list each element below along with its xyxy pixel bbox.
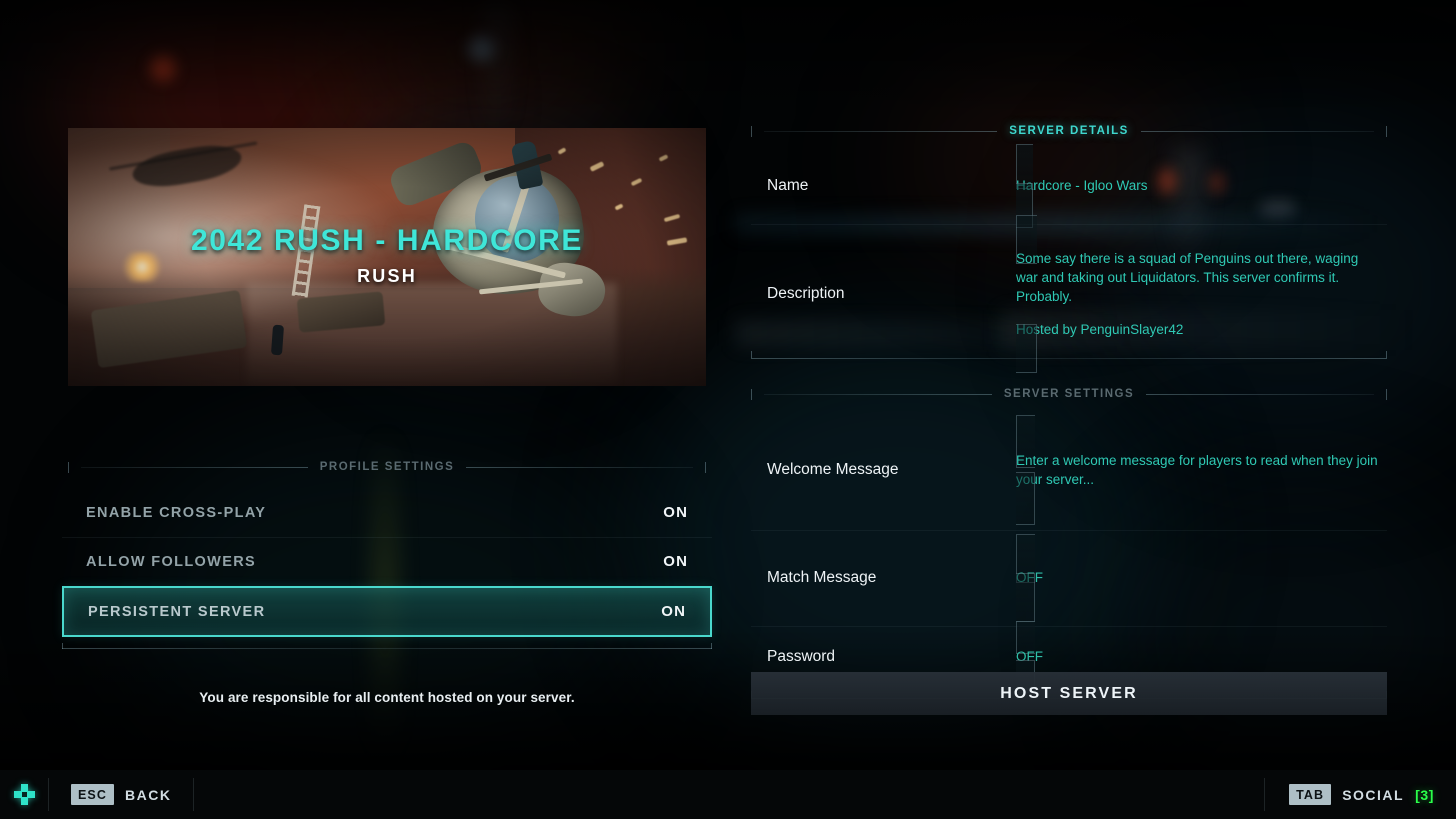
field-row-match-message[interactable]: Match Message OFF xyxy=(751,530,1387,626)
setting-row-enable-cross-play[interactable]: ENABLE CROSS-PLAY ON xyxy=(62,488,712,537)
divider xyxy=(193,778,195,811)
profile-settings-header: PROFILE SETTINGS xyxy=(68,458,707,476)
profile-settings-list: ENABLE CROSS-PLAY ON ALLOW FOLLOWERS ON … xyxy=(62,488,712,637)
setting-row-allow-followers[interactable]: ALLOW FOLLOWERS ON xyxy=(62,537,712,586)
description-label: Description xyxy=(767,285,845,302)
server-details-bottom-rule xyxy=(751,351,1387,359)
bottom-action-bar: ESC BACK TAB SOCIAL [3] xyxy=(0,770,1456,819)
banner-title: 2042 RUSH - HARDCORE xyxy=(190,224,584,257)
setting-value: ON xyxy=(663,504,688,521)
left-column: 2042 RUSH - HARDCORE RUSH xyxy=(68,128,706,386)
server-details-rows: Name Hardcore - Igloo Wars Description S… xyxy=(751,144,1387,374)
profile-settings-title: PROFILE SETTINGS xyxy=(319,461,455,473)
back-label: BACK xyxy=(125,786,172,803)
social-label: SOCIAL xyxy=(1342,786,1405,803)
setting-label: ALLOW FOLLOWERS xyxy=(86,553,257,570)
profile-panel-bottom-rule xyxy=(62,643,712,649)
password-label: Password xyxy=(767,648,836,665)
description-value: Some say there is a squad of Penguins ou… xyxy=(1016,250,1359,304)
description-input[interactable]: Some say there is a squad of Penguins ou… xyxy=(1016,214,1379,374)
host-server-screen: 2042 RUSH - HARDCORE RUSH PROFILE SETTIN… xyxy=(0,0,1456,819)
setting-value: ON xyxy=(661,603,686,620)
server-details-header: SERVER DETAILS xyxy=(751,122,1387,140)
social-count-badge: [3] xyxy=(1415,786,1434,803)
welcome-message-input[interactable]: Enter a welcome message for players to r… xyxy=(1016,414,1379,526)
name-value: Hardcore - Igloo Wars xyxy=(1016,178,1148,194)
server-details-title: SERVER DETAILS xyxy=(1009,125,1129,137)
content-disclaimer: You are responsible for all content host… xyxy=(199,690,575,705)
setting-label: PERSISTENT SERVER xyxy=(88,603,266,620)
setting-row-persistent-server[interactable]: PERSISTENT SERVER ON xyxy=(62,586,712,637)
server-settings-title: SERVER SETTINGS xyxy=(1003,388,1135,400)
server-banner: 2042 RUSH - HARDCORE RUSH xyxy=(68,128,706,386)
host-server-button[interactable]: HOST SERVER xyxy=(751,672,1387,715)
back-binding[interactable]: ESC BACK xyxy=(49,770,193,819)
server-settings-rows: Welcome Message Enter a welcome message … xyxy=(751,410,1387,693)
social-binding[interactable]: TAB SOCIAL [3] xyxy=(1265,770,1456,819)
welcome-message-placeholder: Enter a welcome message for players to r… xyxy=(1016,452,1378,487)
match-message-input[interactable]: OFF xyxy=(1016,534,1379,622)
banner-subtitle: RUSH xyxy=(357,266,417,286)
match-message-label: Match Message xyxy=(767,569,877,586)
esc-keycap: ESC xyxy=(71,784,115,805)
name-input[interactable]: Hardcore - Igloo Wars xyxy=(1016,144,1379,228)
tab-keycap: TAB xyxy=(1289,784,1332,805)
name-label: Name xyxy=(767,177,809,194)
server-settings-header: SERVER SETTINGS xyxy=(751,385,1388,403)
dpad-icon xyxy=(0,770,48,819)
field-row-welcome-message[interactable]: Welcome Message Enter a welcome message … xyxy=(751,410,1387,530)
field-row-name[interactable]: Name Hardcore - Igloo Wars xyxy=(751,144,1387,228)
description-host-line: Hosted by PenguinSlayer42 xyxy=(1016,322,1184,338)
setting-label: ENABLE CROSS-PLAY xyxy=(86,504,267,521)
match-message-value: OFF xyxy=(1016,570,1043,586)
welcome-message-label: Welcome Message xyxy=(767,461,899,478)
password-value: OFF xyxy=(1016,649,1043,665)
host-server-button-label: HOST SERVER xyxy=(1000,684,1138,702)
field-row-description[interactable]: Description Some say there is a squad of… xyxy=(751,214,1387,374)
setting-value: ON xyxy=(663,553,688,570)
